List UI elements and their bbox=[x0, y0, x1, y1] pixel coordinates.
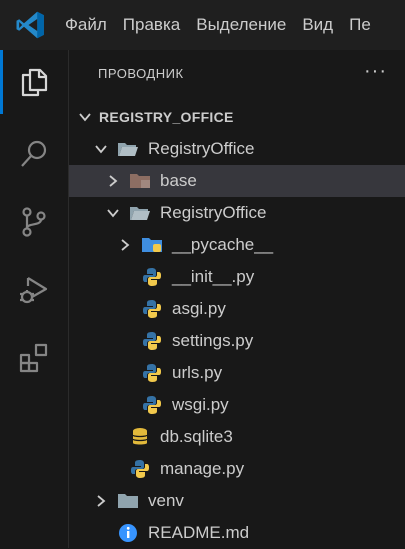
explorer-title: ПРОВОДНИК bbox=[98, 66, 184, 81]
tree-item-folder[interactable]: RegistryOffice bbox=[69, 197, 405, 229]
python-file-icon bbox=[141, 363, 163, 383]
tree-item-file[interactable]: settings.py bbox=[69, 325, 405, 357]
menu-selection[interactable]: Выделение bbox=[188, 0, 294, 50]
explorer-sidebar: ПРОВОДНИК ··· REGISTRY_OFFICE RegistryOf… bbox=[69, 50, 405, 548]
vscode-logo-icon bbox=[11, 6, 49, 44]
chevron-down-icon bbox=[105, 205, 121, 221]
python-file-icon bbox=[141, 331, 163, 351]
workspace-root[interactable]: REGISTRY_OFFICE bbox=[69, 101, 405, 133]
more-actions-icon[interactable]: ··· bbox=[364, 60, 387, 83]
tree-item-file[interactable]: wsgi.py bbox=[69, 389, 405, 421]
tree-item-file[interactable]: asgi.py bbox=[69, 293, 405, 325]
tree-item-file[interactable]: db.sqlite3 bbox=[69, 421, 405, 453]
search-icon[interactable] bbox=[0, 122, 68, 186]
python-folder-icon bbox=[141, 235, 163, 255]
tree-item-folder[interactable]: venv bbox=[69, 485, 405, 517]
extensions-icon[interactable] bbox=[0, 326, 68, 390]
tree-item-label: manage.py bbox=[160, 459, 245, 478]
folder-icon bbox=[117, 491, 139, 511]
tree-item-label: __init__.py bbox=[172, 267, 255, 286]
tree-item-label: README.md bbox=[148, 523, 250, 542]
tree-item-label: urls.py bbox=[172, 363, 223, 382]
database-icon bbox=[129, 427, 151, 447]
chevron-right-icon bbox=[117, 237, 133, 253]
tree-item-label: venv bbox=[148, 491, 184, 510]
info-icon bbox=[117, 523, 139, 543]
active-indicator bbox=[0, 50, 3, 114]
folder-open-icon bbox=[129, 203, 151, 223]
source-control-icon[interactable] bbox=[0, 190, 68, 254]
activity-bar bbox=[0, 50, 69, 548]
tree-item-label: db.sqlite3 bbox=[160, 427, 233, 446]
workspace-root-label: REGISTRY_OFFICE bbox=[99, 109, 234, 125]
explorer-icon[interactable] bbox=[0, 50, 68, 114]
tree-item-label: settings.py bbox=[172, 331, 254, 350]
chevron-down-icon bbox=[77, 109, 93, 125]
python-file-icon bbox=[141, 299, 163, 319]
tree-item-label: RegistryOffice bbox=[148, 139, 255, 158]
tree-item-file[interactable]: manage.py bbox=[69, 453, 405, 485]
tree-item-file[interactable]: README.md bbox=[69, 517, 405, 549]
menu-view[interactable]: Вид bbox=[294, 0, 341, 50]
tree-item-label: base bbox=[160, 171, 197, 190]
tree-item-folder[interactable]: RegistryOffice bbox=[69, 133, 405, 165]
menu-file[interactable]: Файл bbox=[57, 0, 115, 50]
chevron-right-icon bbox=[105, 173, 121, 189]
title-bar: Файл Правка Выделение Вид Пе bbox=[0, 0, 405, 50]
tree-item-label: asgi.py bbox=[172, 299, 226, 318]
chevron-down-icon bbox=[93, 141, 109, 157]
tree-item-label: RegistryOffice bbox=[160, 203, 267, 222]
python-file-icon bbox=[129, 459, 151, 479]
tree-item-label: __pycache__ bbox=[172, 235, 274, 254]
folder-open-icon bbox=[117, 139, 139, 159]
chevron-right-icon bbox=[93, 493, 109, 509]
python-file-icon bbox=[141, 267, 163, 287]
menu-go[interactable]: Пе bbox=[341, 0, 379, 50]
python-file-icon bbox=[141, 395, 163, 415]
tree-item-file[interactable]: __init__.py bbox=[69, 261, 405, 293]
folder-icon bbox=[129, 171, 151, 191]
tree-item-folder[interactable]: base bbox=[69, 165, 405, 197]
tree-item-file[interactable]: urls.py bbox=[69, 357, 405, 389]
tree-item-label: wsgi.py bbox=[172, 395, 229, 414]
menu-edit[interactable]: Правка bbox=[115, 0, 188, 50]
tree-item-folder[interactable]: __pycache__ bbox=[69, 229, 405, 261]
run-debug-icon[interactable] bbox=[0, 258, 68, 322]
